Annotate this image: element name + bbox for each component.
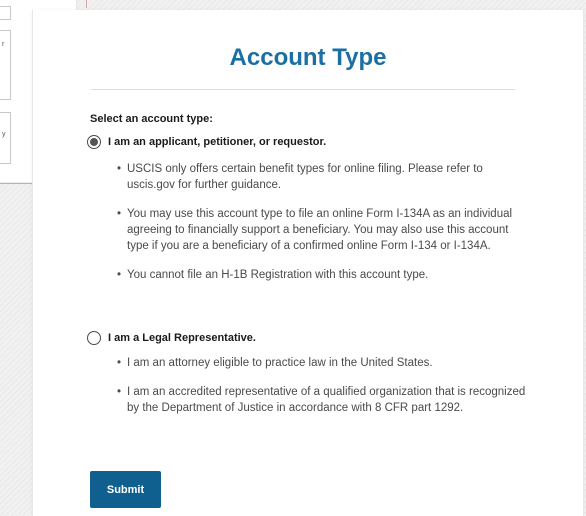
list-item: I am an attorney eligible to practice la… [117, 355, 527, 371]
list-item: You cannot file an H-1B Registration wit… [117, 267, 527, 283]
applicant-info-list: USCIS only offers certain benefit types … [117, 161, 527, 296]
radio-option-legal-representative[interactable]: I am a Legal Representative. [87, 331, 256, 345]
background-text: y [2, 131, 6, 138]
legal-representative-info-list: I am an attorney eligible to practice la… [117, 355, 527, 429]
background-text: r [2, 41, 5, 48]
radio-button-legal-representative[interactable] [87, 331, 101, 345]
list-item: USCIS only offers certain benefit types … [117, 161, 527, 193]
list-item: You may use this account type to file an… [117, 206, 527, 254]
background-field: r [0, 30, 11, 100]
select-account-type-label: Select an account type: [90, 113, 213, 125]
radio-option-applicant[interactable]: I am an applicant, petitioner, or reques… [87, 135, 326, 149]
background-field: y [0, 112, 11, 164]
radio-button-applicant[interactable] [87, 135, 101, 149]
page-title: Account Type [229, 44, 387, 71]
title-divider [91, 89, 515, 90]
legal-representative-option-label[interactable]: I am a Legal Representative. [108, 332, 256, 344]
radio-selected-dot [90, 138, 98, 146]
submit-button[interactable]: Submit [90, 471, 161, 508]
applicant-option-label[interactable]: I am an applicant, petitioner, or reques… [108, 136, 326, 148]
list-item: I am an accredited representative of a q… [117, 384, 527, 416]
background-field [0, 6, 11, 20]
account-type-card: Account Type Select an account type: I a… [32, 10, 584, 516]
background-divider [86, 0, 87, 8]
